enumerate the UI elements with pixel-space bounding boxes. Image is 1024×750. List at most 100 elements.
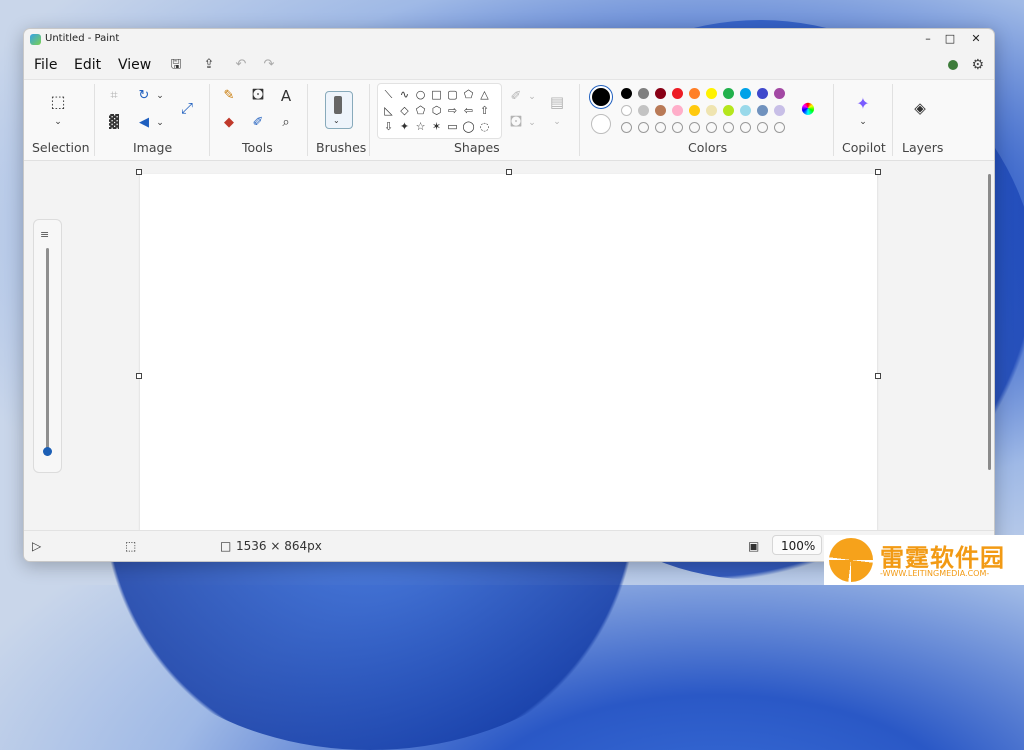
custom-color-slot[interactable]: [655, 122, 666, 133]
rectangle-callout-shape-icon[interactable]: ▭: [445, 119, 460, 134]
resize-handle[interactable]: [136, 373, 142, 379]
color-swatch[interactable]: [672, 105, 683, 116]
edit-colors-icon[interactable]: ●: [797, 98, 819, 118]
primary-color-swatch[interactable]: [590, 86, 612, 108]
color-swatch[interactable]: [706, 105, 717, 116]
right-arrow-shape-icon[interactable]: ⇨: [445, 103, 460, 118]
color-swatch[interactable]: [621, 105, 632, 116]
chevron-down-icon[interactable]: ⌄: [852, 112, 874, 132]
crop-icon[interactable]: ⌗: [103, 86, 125, 106]
color-swatch[interactable]: [655, 88, 666, 99]
resize-handle[interactable]: [136, 169, 142, 175]
menu-edit[interactable]: Edit: [74, 57, 101, 73]
color-swatch[interactable]: [672, 88, 683, 99]
custom-color-slot[interactable]: [621, 122, 632, 133]
maximize-button[interactable]: □: [939, 31, 961, 47]
image-effects-icon[interactable]: ▓: [103, 113, 125, 133]
rounded-rectangle-shape-icon[interactable]: ▢: [445, 87, 460, 102]
color-swatch[interactable]: [655, 105, 666, 116]
chevron-down-icon[interactable]: ⌄: [149, 86, 171, 106]
custom-color-slot[interactable]: [723, 122, 734, 133]
four-point-star-shape-icon[interactable]: ✦: [397, 119, 412, 134]
triangle-shape-icon[interactable]: △: [477, 87, 492, 102]
down-arrow-shape-icon[interactable]: ⇩: [381, 119, 396, 134]
six-point-star-shape-icon[interactable]: ✶: [429, 119, 444, 134]
polygon-shape-icon[interactable]: ⬠: [461, 87, 476, 102]
scrollbar-thumb[interactable]: [988, 174, 991, 470]
share-icon[interactable]: ⇪: [198, 55, 220, 75]
layers-icon[interactable]: ◈: [909, 98, 931, 118]
color-swatch[interactable]: [621, 88, 632, 99]
pencil-icon[interactable]: ✎: [218, 86, 240, 106]
close-button[interactable]: ✕: [965, 31, 987, 47]
menu-file[interactable]: File: [34, 57, 57, 73]
oval-callout-shape-icon[interactable]: ◯: [461, 119, 476, 134]
resize-handle[interactable]: [506, 169, 512, 175]
copilot-icon[interactable]: ✦: [852, 94, 874, 114]
rectangle-shape-icon[interactable]: □: [429, 87, 444, 102]
custom-color-slot[interactable]: [706, 122, 717, 133]
oval-shape-icon[interactable]: ○: [413, 87, 428, 102]
fill-bucket-icon[interactable]: 🖸: [247, 86, 269, 106]
color-swatch[interactable]: [689, 88, 700, 99]
selection-rectangle-icon[interactable]: ⬚: [47, 92, 69, 112]
custom-color-slot[interactable]: [740, 122, 751, 133]
drawing-canvas[interactable]: [140, 174, 877, 530]
five-point-star-shape-icon[interactable]: ☆: [413, 119, 428, 134]
cloud-callout-shape-icon[interactable]: ◌: [477, 119, 492, 134]
text-icon[interactable]: A: [275, 86, 297, 106]
redo-icon[interactable]: ↷: [258, 55, 280, 75]
diamond-shape-icon[interactable]: ◇: [397, 103, 412, 118]
custom-color-slot[interactable]: [774, 122, 785, 133]
secondary-color-swatch[interactable]: [591, 114, 611, 134]
brush-button[interactable]: ⌄: [325, 91, 353, 129]
color-swatch[interactable]: [774, 88, 785, 99]
color-swatch[interactable]: [774, 105, 785, 116]
save-icon[interactable]: 🖫: [165, 55, 187, 75]
account-status-icon[interactable]: [948, 60, 958, 70]
pentagon-shape-icon[interactable]: ⬠: [413, 103, 428, 118]
eraser-icon[interactable]: ◆: [218, 113, 240, 133]
up-arrow-shape-icon[interactable]: ⇧: [477, 103, 492, 118]
color-swatch[interactable]: [740, 88, 751, 99]
chevron-down-icon[interactable]: ⌄: [521, 113, 543, 133]
brush-icon: [334, 96, 342, 114]
color-swatch[interactable]: [689, 105, 700, 116]
custom-color-slot[interactable]: [638, 122, 649, 133]
custom-color-slot[interactable]: [757, 122, 768, 133]
color-swatch[interactable]: [706, 88, 717, 99]
custom-color-slot[interactable]: [672, 122, 683, 133]
shape-style-icon[interactable]: ▤: [546, 92, 568, 112]
minimize-button[interactable]: –: [917, 31, 939, 47]
right-triangle-shape-icon[interactable]: ◺: [381, 103, 396, 118]
color-swatch[interactable]: [740, 105, 751, 116]
zoom-level-select[interactable]: 100%: [772, 535, 822, 555]
settings-icon[interactable]: ⚙: [971, 57, 984, 73]
color-swatch[interactable]: [638, 88, 649, 99]
color-swatch[interactable]: [638, 105, 649, 116]
custom-color-slot[interactable]: [689, 122, 700, 133]
zoom-slider-knob[interactable]: [43, 447, 52, 456]
undo-icon[interactable]: ↶: [230, 55, 252, 75]
color-swatch[interactable]: [757, 105, 768, 116]
curve-shape-icon[interactable]: ∿: [397, 87, 412, 102]
hexagon-shape-icon[interactable]: ⬡: [429, 103, 444, 118]
color-swatch[interactable]: [723, 105, 734, 116]
resize-handle[interactable]: [875, 373, 881, 379]
color-swatch[interactable]: [757, 88, 768, 99]
color-picker-icon[interactable]: ✐: [247, 113, 269, 133]
resize-handle[interactable]: [875, 169, 881, 175]
line-shape-icon[interactable]: ⟍: [381, 87, 396, 102]
chevron-down-icon[interactable]: ⌄: [521, 87, 543, 107]
menu-view[interactable]: View: [118, 57, 151, 73]
chevron-down-icon[interactable]: ⌄: [47, 112, 69, 132]
vertical-scrollbar[interactable]: [987, 168, 992, 520]
resize-image-icon[interactable]: ⤢: [176, 98, 198, 118]
chevron-down-icon[interactable]: ⌄: [149, 113, 171, 133]
left-arrow-shape-icon[interactable]: ⇦: [461, 103, 476, 118]
zoom-slider-track[interactable]: [46, 248, 49, 456]
color-swatch[interactable]: [723, 88, 734, 99]
chevron-down-icon[interactable]: ⌄: [546, 112, 568, 132]
magnifier-icon[interactable]: ⌕: [275, 113, 297, 133]
fit-to-window-icon[interactable]: ▣: [748, 539, 759, 553]
